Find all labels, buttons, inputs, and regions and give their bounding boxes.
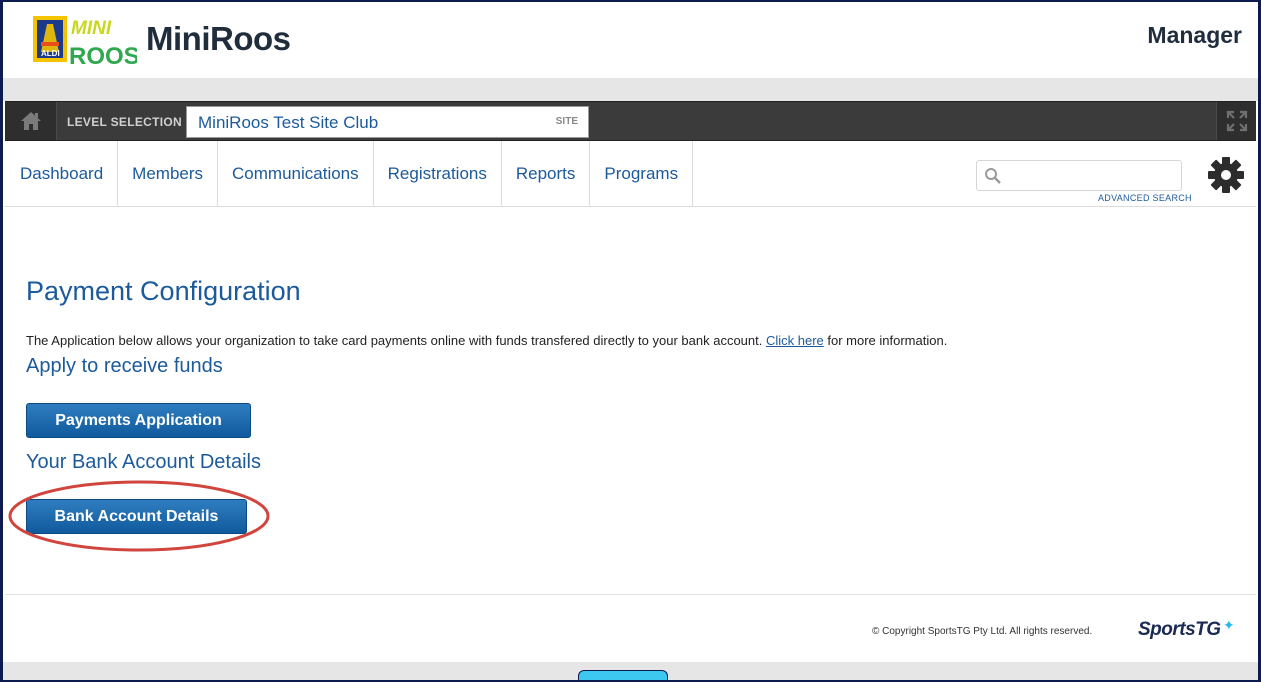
nav-programs[interactable]: Programs: [590, 141, 694, 207]
level-selection-bar: LEVEL SELECTION MiniRoos Test Site Club …: [5, 101, 1256, 141]
home-icon: [20, 112, 41, 130]
level-selector[interactable]: MiniRoos Test Site Club SITE: [186, 106, 589, 138]
level-selector-value: MiniRoos Test Site Club: [198, 113, 379, 132]
header-divider: [3, 78, 1258, 101]
header: ALDI MINI ROOS MiniRoos Manager: [3, 2, 1258, 78]
main-content: Payment Configuration The Application be…: [5, 208, 1256, 594]
description-text: The Application below allows your organi…: [26, 333, 766, 348]
search-icon: [985, 168, 1001, 184]
copyright-text: © Copyright SportsTG Pty Ltd. All rights…: [872, 626, 1093, 637]
advanced-search-link[interactable]: ADVANCED SEARCH: [1098, 193, 1192, 203]
nav-reports[interactable]: Reports: [502, 141, 591, 207]
gear-icon[interactable]: [1206, 155, 1246, 195]
level-selection-label: LEVEL SELECTION: [67, 115, 182, 129]
expand-icon: [1226, 110, 1247, 132]
bottom-tab-handle[interactable]: [578, 670, 668, 680]
bank-details-heading: Your Bank Account Details: [26, 451, 261, 473]
search-input[interactable]: [1007, 165, 1177, 187]
svg-text:MINI: MINI: [71, 18, 112, 39]
home-button[interactable]: [5, 102, 57, 140]
app-frame: ALDI MINI ROOS MiniRoos Manager LEVEL SE…: [3, 2, 1258, 680]
level-type-badge: SITE: [555, 116, 578, 127]
highlight-circle-annotation: [8, 480, 270, 552]
star-icon: ✦: [1223, 617, 1235, 633]
brand-title: MiniRoos: [146, 20, 291, 57]
role-label: Manager: [1147, 22, 1242, 48]
sportstg-logo[interactable]: SportsTG: [1138, 619, 1221, 641]
svg-text:ROOS: ROOS: [69, 43, 137, 70]
fullscreen-button[interactable]: [1216, 102, 1256, 140]
nav-communications[interactable]: Communications: [218, 141, 374, 207]
svg-text:ALDI: ALDI: [41, 49, 60, 58]
page-description: The Application below allows your organi…: [26, 333, 947, 348]
footer: © Copyright SportsTG Pty Ltd. All rights…: [5, 594, 1256, 662]
apply-funds-heading: Apply to receive funds: [26, 355, 223, 377]
more-info-link[interactable]: Click here: [766, 333, 824, 348]
miniroos-logo[interactable]: ALDI MINI ROOS: [33, 12, 137, 70]
main-nav: Dashboard Members Communications Registr…: [5, 141, 1256, 207]
payments-application-button[interactable]: Payments Application: [26, 403, 251, 438]
page-title: Payment Configuration: [26, 276, 301, 306]
nav-registrations[interactable]: Registrations: [374, 141, 502, 207]
description-text-end: for more information.: [823, 333, 948, 348]
nav-members[interactable]: Members: [118, 141, 219, 207]
search-box: [976, 160, 1182, 191]
nav-dashboard[interactable]: Dashboard: [5, 141, 119, 207]
